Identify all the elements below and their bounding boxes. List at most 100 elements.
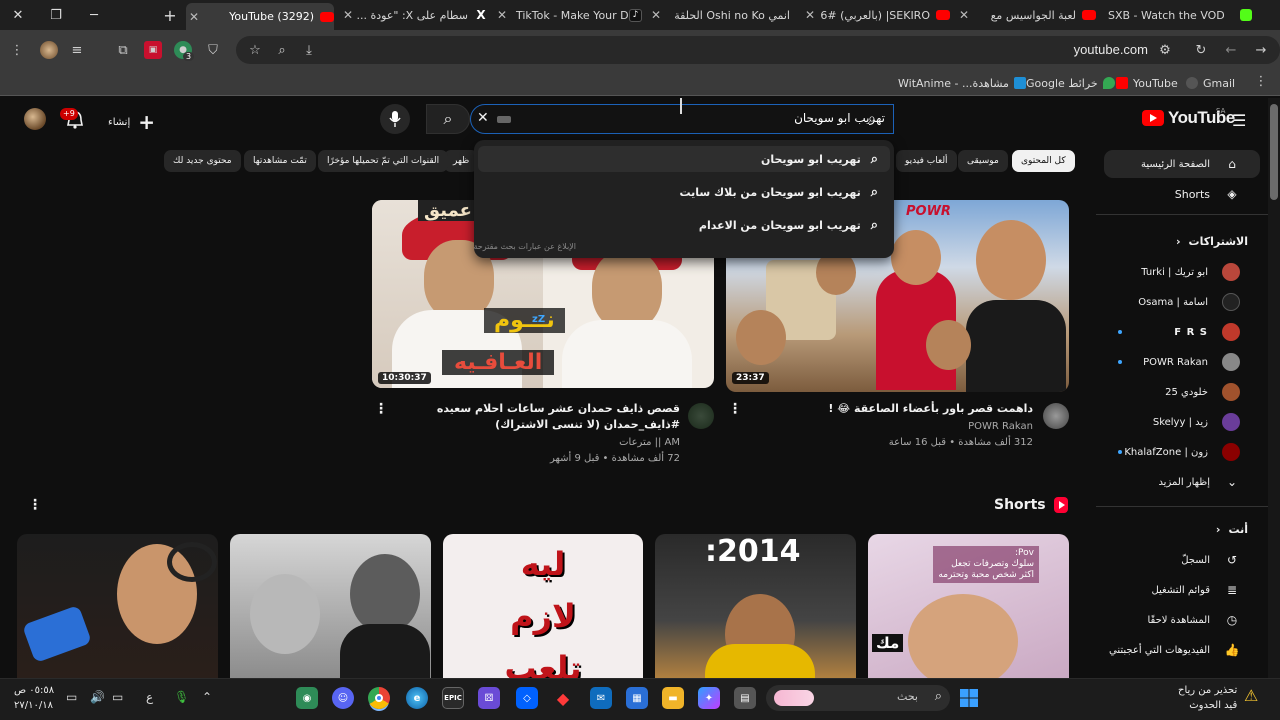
suggestion-item[interactable]: ⌕ تهريب ابو سويحان xyxy=(761,149,878,169)
sidebar-item-shorts[interactable]: ◈ Shorts xyxy=(1175,184,1240,204)
zoom-icon[interactable]: ⌕ xyxy=(273,41,291,59)
bookmark-youtube[interactable]: YouTube xyxy=(1116,74,1178,92)
report-suggestions-link[interactable]: الإبلاغ عن عبارات بحث مقترحة xyxy=(474,242,576,251)
battery-icon[interactable]: ▭ xyxy=(66,690,77,704)
tab-spies[interactable]: لعبة الجواسيس مع ✕ xyxy=(956,3,1096,27)
bookmark-star-icon[interactable]: ☆ xyxy=(246,41,264,59)
store-icon[interactable]: ▦ xyxy=(626,687,648,709)
bookmark-gmail[interactable]: Gmail xyxy=(1186,74,1235,92)
bookmark-witanime[interactable]: مشاهدة... - WitAnime xyxy=(898,74,1026,92)
tab-sekiro[interactable]: SEKIRO| (بالعربي) #6 ✕ xyxy=(802,3,950,27)
tab-youtube[interactable]: (3292) YouTube ✕ xyxy=(186,3,334,30)
window-restore-icon[interactable]: ❐ xyxy=(44,4,68,26)
tab-close-icon[interactable]: ✕ xyxy=(494,8,510,22)
install-app-icon[interactable]: ⤓ xyxy=(300,41,318,59)
channel-avatar[interactable] xyxy=(688,403,714,429)
subscriptions-header[interactable]: الاشتراكات ‹ xyxy=(1176,235,1248,248)
account-avatar[interactable] xyxy=(24,108,46,130)
sidebar-sub-item[interactable]: اسامة | Osama xyxy=(1138,292,1240,312)
start-windows-icon[interactable] xyxy=(958,687,980,709)
sidebar-sub-item[interactable]: F R S xyxy=(1174,322,1240,342)
tab-x-post[interactable]: X سطام على X: "عودة ... ✕ xyxy=(340,3,488,27)
video-channel[interactable]: AM || مترعات xyxy=(396,434,680,451)
suggestion-item[interactable]: ⌕ تهريب ابو سويحان من بلاك سايت xyxy=(679,182,878,202)
extensions-icon[interactable]: ⧉ xyxy=(114,41,132,59)
sidebar-show-more[interactable]: ⌄ إظهار المزيد xyxy=(1158,472,1240,492)
video-channel[interactable]: POWR Rakan xyxy=(750,418,1033,435)
network-icon[interactable]: ▭ xyxy=(112,690,123,704)
sidebar-sub-item[interactable]: زيد | Skelyy xyxy=(1153,412,1240,432)
tray-expand-icon[interactable]: ⌃ xyxy=(202,690,212,704)
bookmark-google-maps[interactable]: خرائط Google xyxy=(1026,74,1115,92)
file-explorer-icon[interactable]: ▬ xyxy=(662,687,684,709)
extension-red-icon[interactable]: ▣ xyxy=(144,41,162,59)
chrome-icon[interactable] xyxy=(368,687,390,709)
app-icon[interactable]: ▤ xyxy=(734,687,756,709)
sidebar-item-playlists[interactable]: ≣ قوائم التشغيل xyxy=(1151,580,1240,600)
taskbar-search[interactable]: بحث ⌕ xyxy=(766,685,950,711)
short-thumbnail[interactable]: Pov: سلوك وتصرفات تجعل اكثر شخص محبة وتح… xyxy=(868,534,1069,678)
whatsapp-icon[interactable]: ◉ xyxy=(296,687,318,709)
tab-tiktok[interactable]: ♪ TikTok - Make Your Day ✕ xyxy=(494,3,642,27)
you-header[interactable]: أنت ‹ xyxy=(1216,523,1248,536)
url-text[interactable]: youtube.com xyxy=(1074,42,1148,57)
sidebar-sub-item[interactable]: زون | KhalafZone xyxy=(1124,442,1240,462)
shield-icon[interactable]: ⛉ xyxy=(204,41,222,59)
weather-alert[interactable]: تحذير من رياح قيد الحدوث xyxy=(1178,683,1237,713)
suggestion-item[interactable]: ⌕ تهريب ابو سويحان من الاعدام xyxy=(699,215,878,235)
sidebar-item-home[interactable]: ⌂ الصفحة الرئيسية xyxy=(1141,154,1240,174)
short-thumbnail[interactable] xyxy=(17,534,218,678)
chip-all[interactable]: كل المحتوى xyxy=(1012,150,1075,172)
search-input[interactable]: تهريب ابو سويحان ✕ xyxy=(470,104,894,134)
short-thumbnail[interactable]: :2014 xyxy=(655,534,856,678)
forward-icon[interactable]: ← xyxy=(1222,41,1240,59)
copilot-icon[interactable]: ✦ xyxy=(698,687,720,709)
sidebar-item-history[interactable]: ↺ السجلّ xyxy=(1181,550,1240,570)
window-minimize-icon[interactable]: ─ xyxy=(82,4,106,26)
video-title[interactable]: داهمت قصر باور بأعضاء الصاعقة 😂 ! xyxy=(750,401,1033,417)
voice-search-button[interactable] xyxy=(380,104,410,134)
tab-close-icon[interactable]: ✕ xyxy=(186,10,202,24)
video-menu-icon[interactable]: ⋮ xyxy=(374,401,388,417)
chip-video-games[interactable]: ألعاب فيديو xyxy=(896,150,957,172)
clear-search-icon[interactable]: ✕ xyxy=(477,110,489,126)
menu-kebab-icon[interactable]: ⋮ xyxy=(8,41,26,59)
sidebar-item-watch-later[interactable]: ◷ المشاهدة لاحقًا xyxy=(1147,610,1240,630)
channel-avatar[interactable] xyxy=(1043,403,1069,429)
tab-kick[interactable]: SXB - Watch the VOD xyxy=(1102,3,1252,27)
site-settings-icon[interactable]: ⚙ xyxy=(1156,41,1174,59)
chip-watched[interactable]: تمّت مشاهدتها xyxy=(244,150,316,172)
microphone-tray-icon[interactable]: 🎙 xyxy=(174,690,189,704)
window-close-icon[interactable]: ✕ xyxy=(6,4,30,26)
video-title[interactable]: قصص ذايف حمدان عشر ساعات احلام سعيده #ذا… xyxy=(396,401,680,433)
sidebar-sub-item[interactable]: خلودي 25 xyxy=(1165,382,1240,402)
video-menu-icon[interactable]: ⋮ xyxy=(728,401,742,417)
short-thumbnail[interactable]: ليه لازم تلعب xyxy=(443,534,643,678)
tab-close-icon[interactable]: ✕ xyxy=(956,8,972,22)
input-language[interactable]: ع xyxy=(146,690,153,704)
sidebar-sub-item[interactable]: ابو تريك | Turki xyxy=(1141,262,1240,282)
discord-icon[interactable]: ☺ xyxy=(332,687,354,709)
app-purple-icon[interactable]: ⚄ xyxy=(478,687,500,709)
mail-icon[interactable]: ✉ xyxy=(590,687,612,709)
bookmarks-more-icon[interactable]: ⋮ xyxy=(1252,72,1270,90)
epic-games-icon[interactable]: EPIC xyxy=(442,687,464,709)
search-button[interactable]: ⌕ xyxy=(426,104,470,134)
keyboard-icon[interactable] xyxy=(497,116,511,123)
create-button[interactable]: إنشاء + xyxy=(108,110,155,134)
dropbox-icon[interactable]: ◇ xyxy=(516,687,538,709)
chip-music[interactable]: موسيقى xyxy=(958,150,1008,172)
red-app-icon[interactable]: ◆ xyxy=(552,687,574,709)
tab-anime[interactable]: انمي Oshi no Ko الحلقة ✕ xyxy=(648,3,796,27)
media-control-icon[interactable]: ≡ xyxy=(68,41,86,59)
system-clock[interactable]: ٠٥:٥٨ ص ٢٧/١٠/١٨ xyxy=(14,683,54,713)
tab-close-icon[interactable]: ✕ xyxy=(802,8,818,22)
volume-icon[interactable]: 🔊 xyxy=(90,690,105,704)
sidebar-sub-item[interactable]: POWR Rakan xyxy=(1143,352,1240,372)
scrollbar-thumb[interactable] xyxy=(1270,104,1278,200)
new-tab-icon[interactable]: + xyxy=(158,4,182,26)
reload-icon[interactable]: ↻ xyxy=(1192,41,1210,59)
profile-avatar[interactable] xyxy=(40,41,58,59)
shorts-menu-icon[interactable]: ⋮ xyxy=(28,497,42,513)
back-icon[interactable]: → xyxy=(1252,41,1270,59)
